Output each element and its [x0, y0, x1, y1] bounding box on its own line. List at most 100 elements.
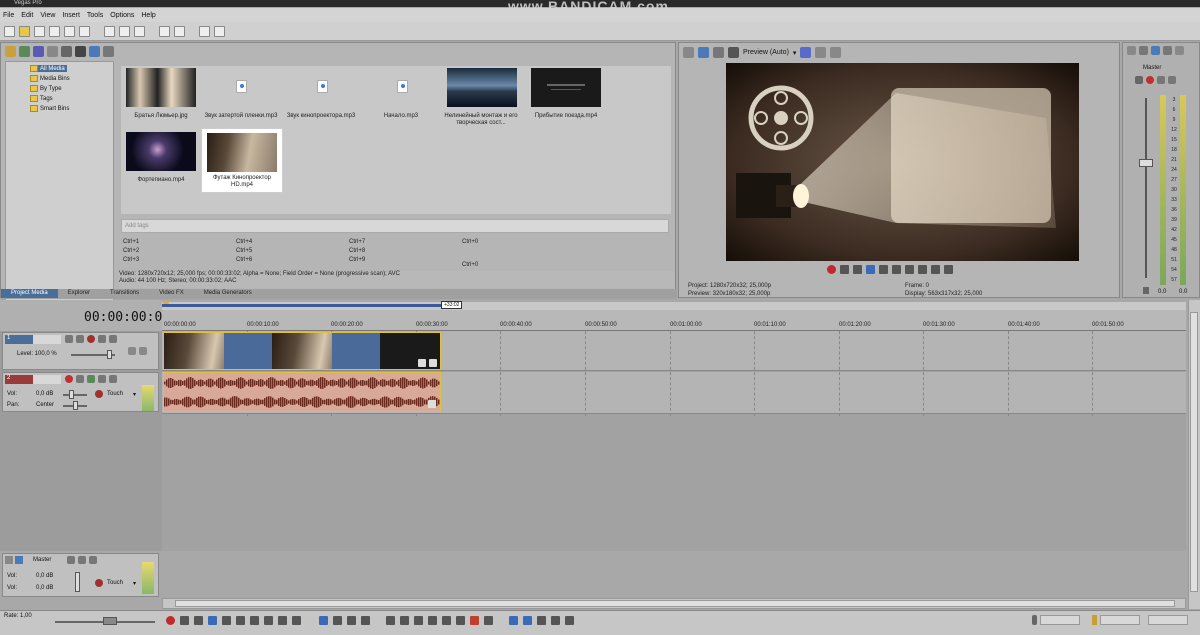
chevron-down-icon[interactable]: ▾ [793, 49, 797, 57]
ignore-grouping-icon[interactable] [565, 616, 574, 625]
tab-project-media[interactable]: Project Media [1, 289, 58, 298]
external-monitor-icon[interactable] [698, 47, 709, 58]
remove-media-icon[interactable] [47, 46, 58, 57]
event-fx-icon[interactable] [428, 400, 436, 408]
scrollbar-thumb[interactable] [1190, 312, 1198, 592]
selection-start-field[interactable] [1100, 615, 1140, 625]
track-fx-icon[interactable] [87, 375, 95, 383]
automation-icon[interactable] [95, 390, 103, 398]
master-volume-knob[interactable] [75, 572, 80, 592]
go-to-end-icon[interactable] [918, 265, 927, 274]
settings-icon[interactable] [1175, 46, 1184, 55]
track-motion-icon[interactable] [139, 347, 147, 355]
automation-mode[interactable]: Touch [107, 391, 123, 397]
copy-snapshot-icon[interactable] [815, 47, 827, 58]
views-icon[interactable] [89, 46, 100, 57]
fx-icon[interactable] [67, 556, 75, 564]
import-media-icon[interactable] [5, 46, 16, 57]
chevron-down-icon[interactable]: ▾ [133, 391, 136, 398]
timecode-display[interactable]: 00:00:00:00 [84, 310, 170, 325]
menu-edit[interactable]: Edit [21, 12, 33, 19]
menu-options[interactable]: Options [110, 12, 134, 19]
go-to-start-icon[interactable] [905, 265, 914, 274]
master-bus-lane[interactable] [162, 553, 1186, 597]
fx-icon[interactable] [1139, 46, 1148, 55]
loop-region[interactable] [162, 304, 442, 307]
menu-tools[interactable]: Tools [87, 12, 103, 19]
microphone-icon[interactable] [1032, 615, 1037, 625]
solo-icon[interactable] [89, 556, 97, 564]
marker-icon[interactable] [470, 616, 479, 625]
media-thumb-train[interactable] [531, 68, 601, 107]
media-item-selected[interactable]: Футаж Кинопроектор HD.mp4 [201, 128, 283, 193]
tab-media-generators[interactable]: Media Generators [194, 289, 262, 298]
track-menu-icon[interactable] [128, 347, 136, 355]
record-time-field[interactable] [1040, 615, 1080, 625]
pan-slider-knob[interactable] [73, 401, 78, 410]
menu-view[interactable]: View [40, 12, 55, 19]
redo-icon[interactable] [174, 25, 185, 37]
previous-frame-icon[interactable] [931, 265, 940, 274]
tree-item-media-bins[interactable]: Media Bins [30, 75, 70, 82]
master-solo-icon[interactable] [1168, 76, 1176, 84]
master-mute-icon[interactable] [1157, 76, 1165, 84]
region-icon[interactable] [484, 616, 493, 625]
lock-icon[interactable] [1143, 287, 1149, 294]
event-fx-icon[interactable] [429, 359, 437, 367]
tree-item-smart-bins[interactable]: Smart Bins [30, 105, 69, 112]
pause-icon[interactable] [222, 616, 231, 625]
auto-ripple-icon[interactable] [214, 25, 225, 37]
play-icon[interactable] [866, 265, 875, 274]
video-event[interactable] [163, 332, 441, 370]
media-properties-icon[interactable] [61, 46, 72, 57]
cut-icon[interactable] [104, 25, 115, 37]
stop-icon[interactable] [236, 616, 245, 625]
selection-length-field[interactable] [1148, 615, 1188, 625]
enable-snapping-icon[interactable] [199, 25, 210, 37]
go-to-start-icon[interactable] [250, 616, 259, 625]
video-fx-icon[interactable] [713, 47, 724, 58]
track-name-field[interactable] [33, 335, 61, 344]
paste-icon[interactable] [134, 25, 145, 37]
mixer-properties-icon[interactable] [1127, 46, 1136, 55]
snapping-icon[interactable] [509, 616, 518, 625]
pause-icon[interactable] [879, 265, 888, 274]
tab-video-fx[interactable]: Video FX [149, 289, 194, 298]
composite-mode-icon[interactable] [65, 335, 73, 343]
split-icon[interactable] [442, 616, 451, 625]
play-media-icon[interactable] [75, 46, 86, 57]
media-thumb-brothers[interactable] [126, 68, 196, 107]
add-tags-field[interactable]: Add tags [121, 219, 669, 233]
render-icon[interactable] [64, 25, 75, 37]
save-icon[interactable] [34, 25, 45, 37]
loop-icon[interactable] [840, 265, 849, 274]
media-thumb-nonlinear[interactable] [447, 68, 517, 107]
track-fx-icon[interactable] [87, 335, 95, 343]
delete-icon[interactable] [386, 616, 395, 625]
mute-icon[interactable] [98, 375, 106, 383]
solo-icon[interactable] [109, 335, 117, 343]
master-fader[interactable] [1139, 159, 1153, 167]
vertical-scrollbar[interactable] [1188, 300, 1200, 609]
menu-help[interactable]: Help [141, 12, 155, 19]
capture-video-icon[interactable] [19, 46, 30, 57]
arm-record-icon[interactable] [65, 375, 73, 383]
zoom-tool-icon[interactable] [361, 616, 370, 625]
record-icon[interactable] [827, 265, 836, 274]
envelope-tool-icon[interactable] [333, 616, 342, 625]
horizontal-scrollbar[interactable] [162, 598, 1186, 609]
save-as-icon[interactable] [49, 25, 60, 37]
audio-file-icon[interactable] [317, 80, 328, 93]
audio-event[interactable] [163, 372, 441, 412]
lock-envelopes-icon[interactable] [551, 616, 560, 625]
downmix-icon[interactable] [1151, 46, 1160, 55]
tree-item-tags[interactable]: Tags [30, 95, 53, 102]
next-frame-icon[interactable] [292, 616, 301, 625]
overlays-icon[interactable] [800, 47, 812, 58]
audio-file-icon[interactable] [397, 80, 408, 93]
audio-track-header[interactable]: 2 Vol: 0,0 dB Pan: Center Touch ▾ [2, 372, 159, 412]
tree-item-all-media[interactable]: All Media [30, 65, 67, 72]
automation-mode[interactable]: Touch [107, 580, 123, 586]
video-track-header[interactable]: 1 Level: 100,0 % [2, 332, 159, 370]
play-from-start-icon[interactable] [194, 616, 203, 625]
